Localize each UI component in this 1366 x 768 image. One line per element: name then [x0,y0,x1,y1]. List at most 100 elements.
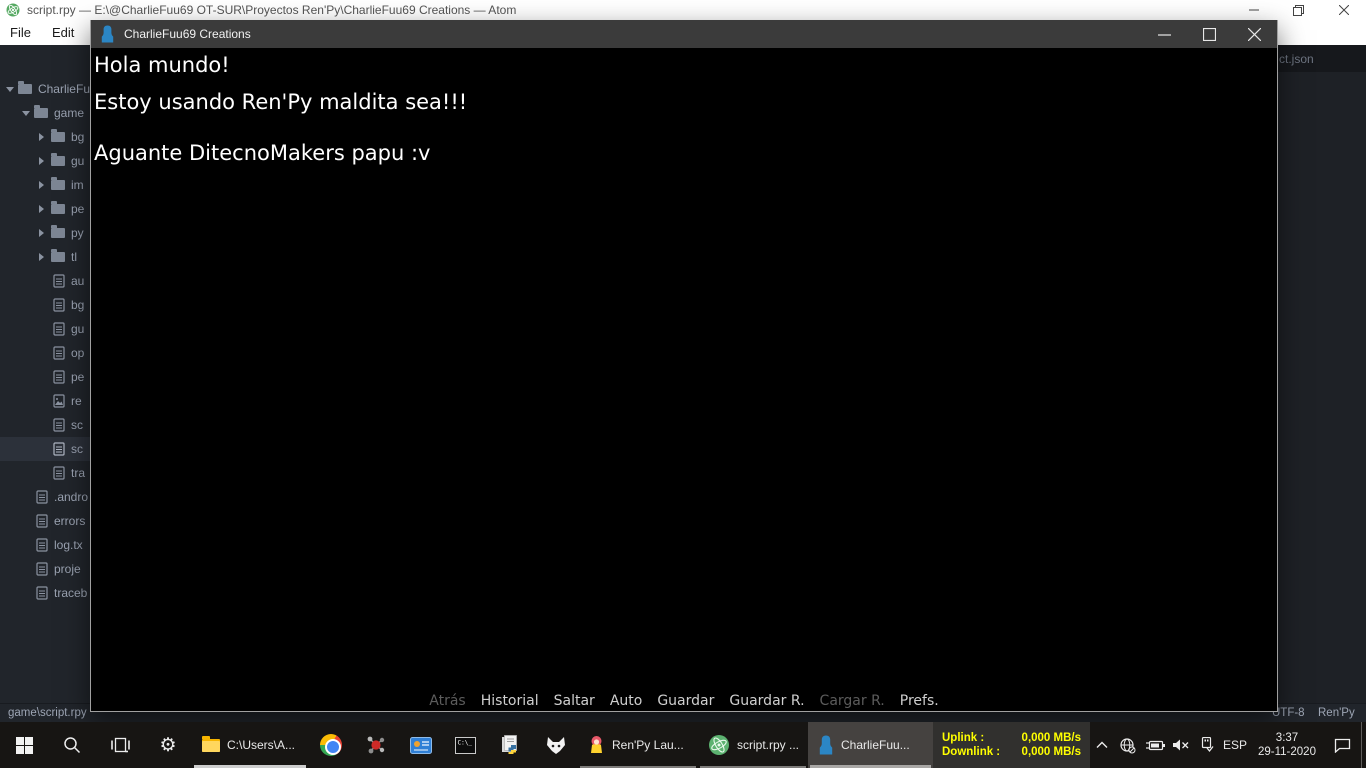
tree-item-file[interactable]: errors [0,509,90,533]
tree-item-folder[interactable]: tl [0,245,90,269]
tree-item-file[interactable]: sc [0,413,90,437]
usb-eject-icon [1199,737,1214,753]
tab-project-json[interactable]: ct.json [1277,52,1314,66]
taskbar-pin-chrome[interactable] [308,722,353,768]
tray-clock[interactable]: 3:37 29-11-2020 [1251,722,1323,768]
quickmenu-save[interactable]: Guardar [657,693,714,709]
taskbar-button-atom-script[interactable]: script.rpy ... [698,722,808,768]
tree-item-folder[interactable]: pe [0,197,90,221]
file-icon [53,466,65,480]
python-file-icon [501,735,521,755]
clock-date: 29-11-2020 [1258,745,1316,759]
folder-icon [51,156,65,166]
tree-item-file[interactable]: log.tx [0,533,90,557]
atom-minimize-button[interactable] [1231,0,1276,20]
tree-item-game[interactable]: game [0,101,90,125]
atom-titlebar: script.rpy — E:\@CharlieFuu69 OT-SUR\Pro… [0,0,1366,20]
clock-time: 3:37 [1276,731,1298,745]
settings-button[interactable]: ⚙ [144,722,192,768]
tree-item-file[interactable]: au [0,269,90,293]
tree-item-file[interactable]: tra [0,461,90,485]
uplink-value: 0,000 MB/s [1022,732,1081,745]
tray-language-indicator[interactable]: ESP [1219,722,1251,768]
menu-file[interactable]: File [10,25,31,40]
task-view-button[interactable] [96,722,144,768]
taskbar-button-charliefuu-active[interactable]: CharlieFuu... [808,722,933,768]
file-icon [53,370,65,384]
atom-restore-button[interactable] [1276,0,1321,20]
task-view-icon [111,737,130,753]
folder-icon [51,180,65,190]
chevron-down-icon [22,111,34,116]
tree-item-file[interactable]: .andro [0,485,90,509]
game-window-title: CharlieFuu69 Creations [124,27,251,41]
netspeed-monitor[interactable]: Uplink : 0,000 MB/s Downlink : 0,000 MB/… [933,722,1090,768]
folder-icon [51,252,65,262]
file-icon [36,514,48,528]
tray-usb-button[interactable] [1194,722,1219,768]
molecule-icon [366,735,386,755]
file-icon [36,562,48,576]
renpy-game-window: CharlieFuu69 Creations Hola mundo! Estoy… [90,20,1278,712]
taskbar-button-renpy-launcher[interactable]: Ren'Py Lau... [578,722,698,768]
game-titlebar[interactable]: CharlieFuu69 Creations [91,20,1277,48]
tree-item-file[interactable]: proje [0,557,90,581]
quickmenu-skip[interactable]: Saltar [554,693,595,709]
menu-edit[interactable]: Edit [52,25,74,40]
folder-icon [51,228,65,238]
tray-volume-button[interactable] [1168,722,1194,768]
search-button[interactable] [48,722,96,768]
tree-item-folder[interactable]: gu [0,149,90,173]
explorer-button-label: C:\Users\A... [227,738,295,752]
tray-chevron-button[interactable] [1090,722,1114,768]
status-file-path[interactable]: game\script.rpy [8,707,87,719]
quickmenu-auto[interactable]: Auto [610,693,643,709]
taskbar-pin-fox-app[interactable] [533,722,578,768]
start-button[interactable] [0,722,48,768]
file-explorer-icon [202,739,220,752]
tree-item-file[interactable]: gu [0,317,90,341]
windows-logo-icon [16,737,33,754]
file-icon [53,418,65,432]
tree-item-file[interactable]: traceb [0,581,90,605]
quickmenu-prefs[interactable]: Prefs. [900,693,939,709]
tree-item-file-selected[interactable]: sc [0,437,90,461]
atom-taskbar-icon [708,734,730,756]
tree-item-file[interactable]: op [0,341,90,365]
tree-item-folder[interactable]: bg [0,125,90,149]
quickmenu-quicksave[interactable]: Guardar R. [729,693,804,709]
taskbar-pin-system-app[interactable] [398,722,443,768]
game-minimize-button[interactable] [1142,20,1187,48]
game-content[interactable]: Hola mundo! Estoy usando Ren'Py maldita … [91,48,1277,711]
tray-network-button[interactable] [1114,722,1141,768]
battery-plug-icon [1145,739,1165,752]
tree-item-file[interactable]: bg [0,293,90,317]
tree-item-file[interactable]: pe [0,365,90,389]
charlie-button-label: CharlieFuu... [841,738,910,752]
show-desktop-button[interactable] [1361,722,1366,768]
chevron-right-icon [39,253,51,261]
downlink-value: 0,000 MB/s [1022,746,1081,759]
game-close-button[interactable] [1232,20,1277,48]
tree-item-folder[interactable]: py [0,221,90,245]
taskbar-pin-cmd[interactable]: C:\_ [443,722,488,768]
quickmenu-history[interactable]: Historial [481,693,539,709]
action-center-button[interactable] [1323,722,1361,768]
status-grammar[interactable]: Ren'Py [1318,707,1355,719]
chevron-right-icon [39,205,51,213]
tree-item-image-file[interactable]: re [0,389,90,413]
tray-battery-button[interactable] [1141,722,1168,768]
script-button-label: script.rpy ... [737,738,799,752]
chevron-right-icon [39,181,51,189]
atom-close-button[interactable] [1321,0,1366,20]
atom-editor-strip: ct.json [1277,45,1366,703]
tree-item-folder[interactable]: im [0,173,90,197]
taskbar-pin-python-file[interactable] [488,722,533,768]
taskbar-button-explorer[interactable]: C:\Users\A... [192,722,308,768]
game-maximize-button[interactable] [1187,20,1232,48]
taskbar-pin-molecule-app[interactable] [353,722,398,768]
file-icon [36,490,48,504]
tree-item-project-root[interactable]: CharlieFu [0,77,90,101]
file-icon [53,442,65,456]
renpy-button-label: Ren'Py Lau... [612,738,684,752]
